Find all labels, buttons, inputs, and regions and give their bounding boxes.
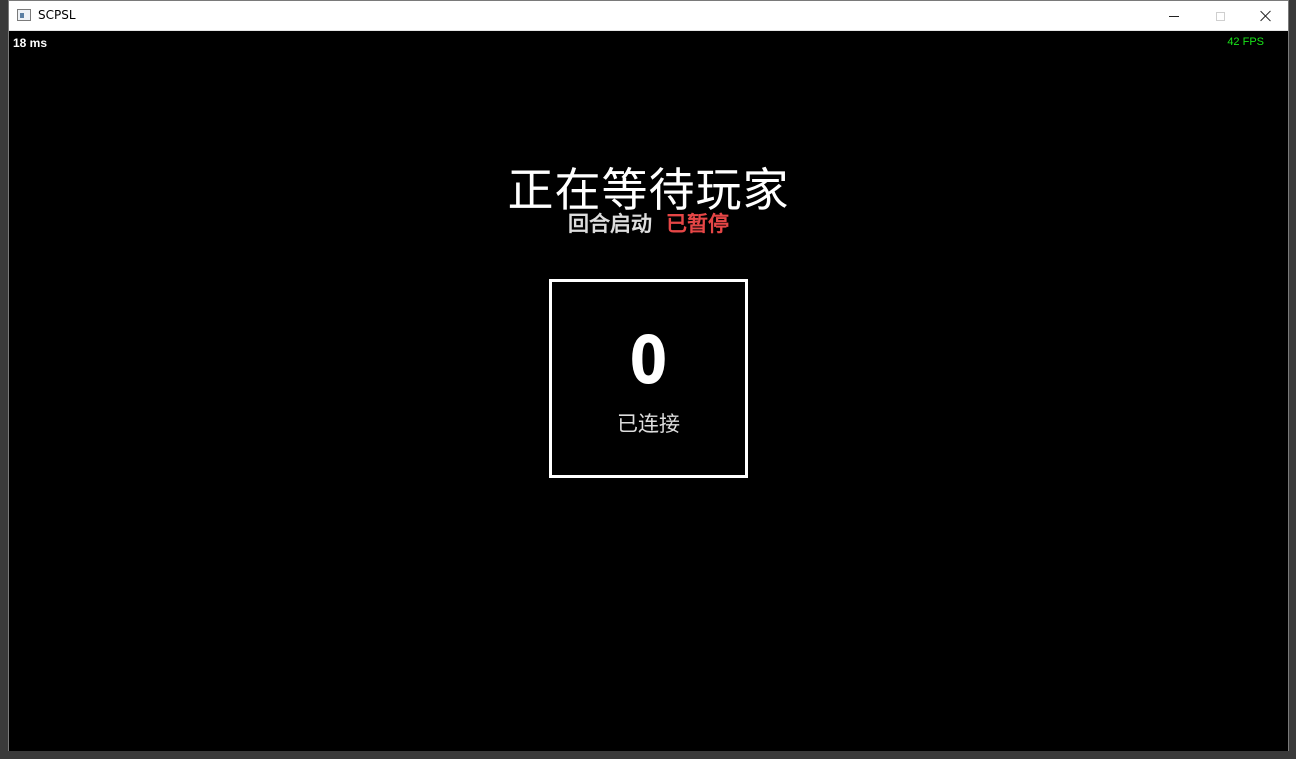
connected-player-count: 0: [629, 322, 668, 399]
game-window: SCPSL 18 ms 42 FPS 正在等待玩家 回合启动 已暂停 0 已连接: [8, 0, 1289, 751]
window-title: SCPSL: [38, 8, 76, 22]
round-start-label: 回合启动: [568, 212, 652, 236]
maximize-icon: [1215, 11, 1225, 21]
player-counter-box: 0 已连接: [549, 279, 748, 478]
close-icon: [1260, 10, 1272, 22]
minimize-button[interactable]: [1151, 1, 1197, 31]
close-button[interactable]: [1243, 1, 1289, 31]
connected-label: 已连接: [617, 412, 680, 436]
round-paused-badge: 已暂停: [666, 212, 729, 236]
desktop-background: SCPSL 18 ms 42 FPS 正在等待玩家 回合启动 已暂停 0 已连接: [0, 0, 1296, 759]
round-start-status: 回合启动 已暂停: [9, 208, 1288, 238]
ping-readout: 18 ms: [13, 36, 48, 50]
app-window-icon: [17, 9, 31, 21]
window-titlebar[interactable]: SCPSL: [9, 1, 1288, 31]
fps-counter: 42 FPS: [1227, 36, 1264, 48]
game-viewport: 18 ms 42 FPS 正在等待玩家 回合启动 已暂停 0 已连接: [9, 31, 1288, 751]
minimize-icon: [1169, 15, 1179, 17]
maximize-button[interactable]: [1197, 1, 1243, 31]
